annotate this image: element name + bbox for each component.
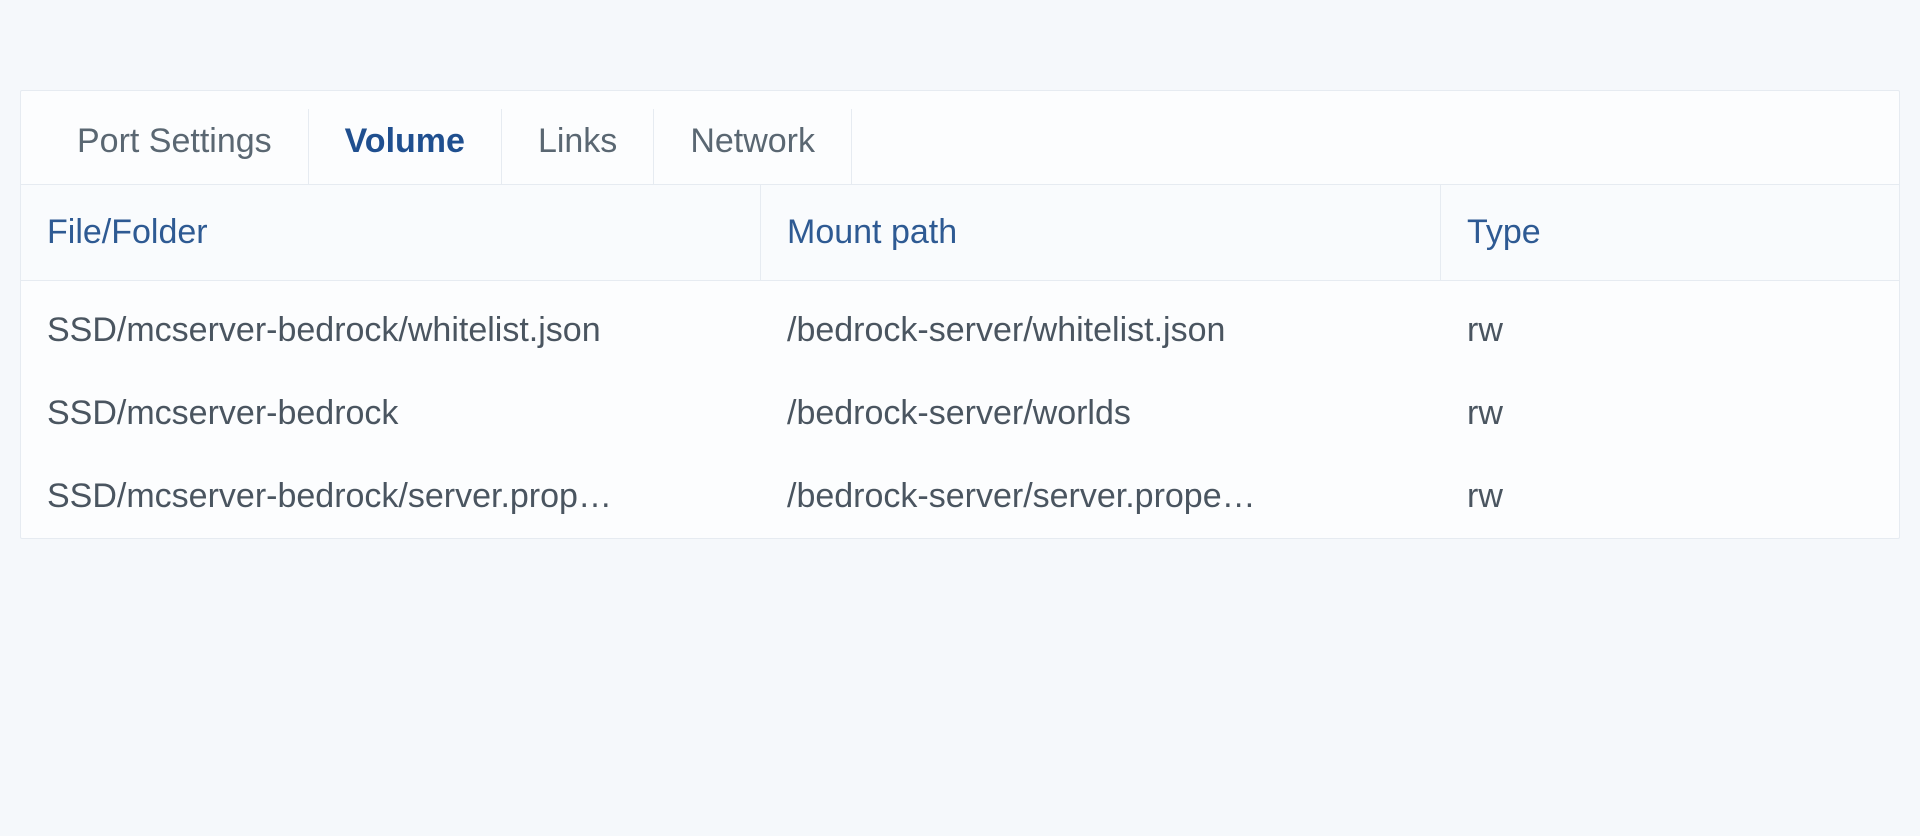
tab-links[interactable]: Links bbox=[502, 109, 654, 184]
cell-file-folder: SSD/mcserver-bedrock/server.prop… bbox=[21, 455, 761, 538]
volume-table: File/Folder Mount path Type SSD/mcserver… bbox=[21, 185, 1899, 538]
table-row[interactable]: SSD/mcserver-bedrock /bedrock-server/wor… bbox=[21, 372, 1899, 455]
column-header-file-folder[interactable]: File/Folder bbox=[21, 185, 761, 280]
cell-type: rw bbox=[1441, 289, 1899, 372]
cell-mount-path: /bedrock-server/worlds bbox=[761, 372, 1441, 455]
tab-network[interactable]: Network bbox=[654, 109, 852, 184]
cell-file-folder: SSD/mcserver-bedrock/whitelist.json bbox=[21, 289, 761, 372]
cell-mount-path: /bedrock-server/server.prope… bbox=[761, 455, 1441, 538]
cell-file-folder: SSD/mcserver-bedrock bbox=[21, 372, 761, 455]
settings-panel: Port Settings Volume Links Network File/… bbox=[20, 90, 1900, 539]
cell-type: rw bbox=[1441, 372, 1899, 455]
column-header-type[interactable]: Type bbox=[1441, 185, 1899, 280]
settings-panel-container: Port Settings Volume Links Network File/… bbox=[0, 0, 1920, 539]
column-header-mount-path[interactable]: Mount path bbox=[761, 185, 1441, 280]
cell-mount-path: /bedrock-server/whitelist.json bbox=[761, 289, 1441, 372]
table-body: SSD/mcserver-bedrock/whitelist.json /bed… bbox=[21, 281, 1899, 538]
tab-bar: Port Settings Volume Links Network bbox=[21, 91, 1899, 185]
table-row[interactable]: SSD/mcserver-bedrock/whitelist.json /bed… bbox=[21, 289, 1899, 372]
cell-type: rw bbox=[1441, 455, 1899, 538]
tab-port-settings[interactable]: Port Settings bbox=[41, 109, 309, 184]
tab-volume[interactable]: Volume bbox=[309, 109, 502, 184]
table-header: File/Folder Mount path Type bbox=[21, 185, 1899, 281]
table-row[interactable]: SSD/mcserver-bedrock/server.prop… /bedro… bbox=[21, 455, 1899, 538]
